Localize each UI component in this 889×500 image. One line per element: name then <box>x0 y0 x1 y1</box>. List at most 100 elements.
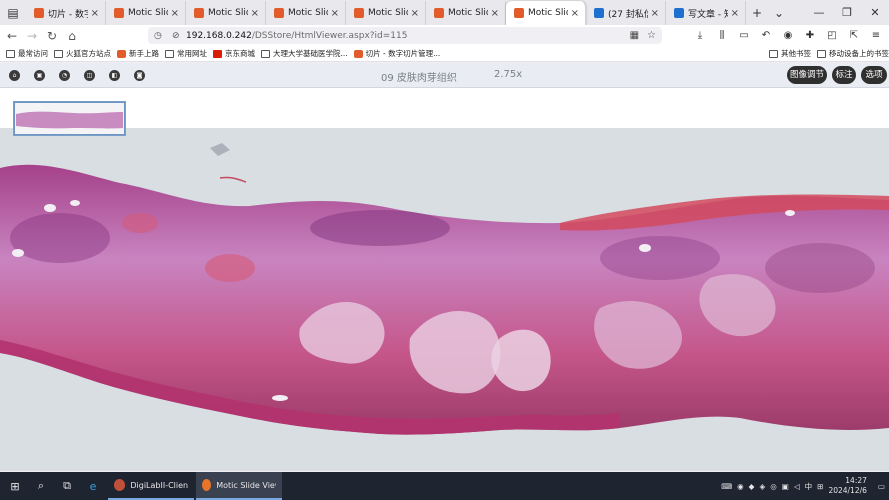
toolbar-right: ⤓ ⫼ ▭ ↶ ◉ ✚ ◰ ⇱ ≡ <box>691 27 885 44</box>
bookmark-item[interactable]: 京东商城 <box>213 48 255 59</box>
browser-tab[interactable]: (27 封私信 / 60× <box>586 1 666 25</box>
url-host: 192.168.0.242 <box>186 30 252 41</box>
tissue-section-image[interactable] <box>0 128 889 471</box>
taskbar-app[interactable]: DigiLabII-Client <box>108 472 194 500</box>
browser-tab[interactable]: Motic Slide Vie× <box>506 1 586 25</box>
viewer-toolbar: ⌂ ▣ ◔ ◫ ◧ ◙ 09 皮肤肉芽组织 2.75x 图像调节 标注 选项 <box>0 63 889 88</box>
address-bar[interactable]: ◷ ⊘ 192.168.0.242/DSStore/HtmlViewer.asp… <box>148 27 662 44</box>
browser-tab[interactable]: Motic Slide Vie× <box>186 1 266 25</box>
taskbar-app[interactable]: Motic Slide Viewe... <box>196 472 282 500</box>
image-adjust-button[interactable]: 图像调节 <box>787 66 827 84</box>
new-tab-icon[interactable]: + <box>746 1 768 25</box>
bookmark-item[interactable]: 新手上路 <box>117 48 159 59</box>
bookmark-item[interactable]: 最常访问 <box>6 48 48 59</box>
bookmark-label: 火狐官方站点 <box>66 49 111 58</box>
tab-close-icon[interactable]: × <box>731 8 739 19</box>
tab-close-icon[interactable]: × <box>411 8 419 19</box>
home-icon[interactable]: ⌂ <box>62 29 82 43</box>
tab-close-icon[interactable]: × <box>571 8 579 19</box>
share-icon[interactable]: ⇱ <box>845 27 863 44</box>
forward-icon[interactable]: → <box>22 29 42 43</box>
bookmark-label: 其他书签 <box>781 49 811 58</box>
bookmark-star-icon[interactable]: ☆ <box>647 30 656 41</box>
motic-icon <box>354 8 364 18</box>
browser-tab[interactable]: 切片 - 数字切片× <box>26 1 106 25</box>
slide-canvas[interactable] <box>0 88 889 471</box>
viewer-rotate-icon[interactable]: ◔ <box>59 70 70 81</box>
options-button[interactable]: 选项 <box>861 66 887 84</box>
shield-icon[interactable]: ◷ <box>154 31 164 41</box>
network-icon[interactable]: ▣ <box>782 482 789 491</box>
library-icon[interactable]: ⫼ <box>713 27 731 44</box>
taskbar-app-label: DigiLabII-Client <box>130 480 188 490</box>
browser-tab[interactable]: Motic Slide Vie× <box>106 1 186 25</box>
tab-title: Motic Slide Vie <box>208 8 248 18</box>
bookmark-item[interactable]: 火狐官方站点 <box>54 48 111 59</box>
ime-icon[interactable]: ⌨ <box>721 482 732 491</box>
bookmark-item[interactable]: 其他书签 <box>769 48 811 59</box>
browser-tab[interactable]: Motic Slide Vie× <box>266 1 346 25</box>
account-icon[interactable]: ◉ <box>779 27 797 44</box>
screenshot-icon[interactable]: ◰ <box>823 27 841 44</box>
firefox-icon <box>117 49 126 58</box>
folder-icon <box>769 49 778 58</box>
viewer-home-icon[interactable]: ⌂ <box>9 70 20 81</box>
tab-close-icon[interactable]: × <box>91 8 99 19</box>
tab-title: Motic Slide Vie <box>288 8 328 18</box>
tab-close-icon[interactable]: × <box>251 8 259 19</box>
tray-app-icon-4[interactable]: ◎ <box>770 482 777 491</box>
notification-icon[interactable]: ▭ <box>878 482 885 491</box>
browser-tab[interactable]: Motic Slide Vie× <box>426 1 506 25</box>
zoom-level: 2.75x <box>494 69 523 80</box>
undo-icon[interactable]: ↶ <box>757 27 775 44</box>
tab-title: (27 封私信 / 60 <box>608 9 648 20</box>
search-icon[interactable]: ⌕ <box>28 472 54 500</box>
restore-icon[interactable]: ❐ <box>833 1 861 25</box>
bookmark-item[interactable]: 切片 - 数字切片管理... <box>353 48 440 59</box>
lock-icon[interactable]: ⊘ <box>172 31 182 41</box>
close-window-icon[interactable]: ✕ <box>861 1 889 25</box>
tab-close-icon[interactable]: × <box>331 8 339 19</box>
bookmark-label: 移动设备上的书签 <box>829 49 889 58</box>
edge-browser-icon[interactable]: e <box>80 472 106 500</box>
viewer-snapshot-icon[interactable]: ◙ <box>134 70 145 81</box>
bookmark-label: 最常访问 <box>18 49 48 58</box>
viewer-measure-icon[interactable]: ◧ <box>109 70 120 81</box>
tab-close-icon[interactable]: × <box>491 8 499 19</box>
tab-close-icon[interactable]: × <box>651 8 659 19</box>
bookmark-item[interactable]: 移动设备上的书签 <box>817 48 889 59</box>
volume-icon[interactable]: ◁ <box>794 482 800 491</box>
reload-icon[interactable]: ↻ <box>42 29 62 43</box>
bookmark-label: 京东商城 <box>225 49 255 58</box>
ime-label[interactable]: 中 <box>805 481 813 492</box>
browser-tab[interactable]: Motic Slide Vie× <box>346 1 426 25</box>
tab-close-icon[interactable]: × <box>171 8 179 19</box>
minimize-icon[interactable]: — <box>805 1 833 25</box>
tab-overflow-chevron-icon[interactable]: ⌄ <box>768 1 790 25</box>
back-icon[interactable]: ← <box>2 29 22 43</box>
onedrive-icon[interactable]: ⊞ <box>817 482 823 491</box>
bookmarks-bar: 最常访问 火狐官方站点 新手上路 常用网址 京东商城 大理大学基础医学院... 切片 - 数… <box>0 46 889 62</box>
bookmark-label: 常用网址 <box>177 49 207 58</box>
browser-tab[interactable]: 写文章 - 知乎× <box>666 1 746 25</box>
tab-title: Motic Slide Vie <box>528 8 568 18</box>
task-view-icon[interactable]: ⧉ <box>54 472 80 500</box>
sidebar-icon[interactable]: ▭ <box>735 27 753 44</box>
qr-code-icon[interactable]: ▦ <box>630 30 639 41</box>
download-icon[interactable]: ⤓ <box>691 27 709 44</box>
slide-thumbnail-navigator[interactable] <box>13 101 126 136</box>
bookmark-item[interactable]: 大理大学基础医学院... <box>261 48 348 59</box>
bookmark-item[interactable]: 常用网址 <box>165 48 207 59</box>
tray-app-icon-3[interactable]: ◈ <box>759 482 765 491</box>
annotate-button[interactable]: 标注 <box>832 66 856 84</box>
tray-app-icon-2[interactable]: ◆ <box>749 482 755 491</box>
tab-list-icon[interactable]: ▤ <box>0 1 26 25</box>
windows-start-icon[interactable]: ⊞ <box>2 472 28 500</box>
extension-icon[interactable]: ✚ <box>801 27 819 44</box>
tray-app-icon[interactable]: ◉ <box>737 482 744 491</box>
menu-icon[interactable]: ≡ <box>867 27 885 44</box>
clock[interactable]: 14:27 2024/12/6 <box>828 476 866 496</box>
tab-title: Motic Slide Vie <box>128 8 168 18</box>
viewer-compare-icon[interactable]: ◫ <box>84 70 95 81</box>
viewer-fullscreen-icon[interactable]: ▣ <box>34 70 45 81</box>
